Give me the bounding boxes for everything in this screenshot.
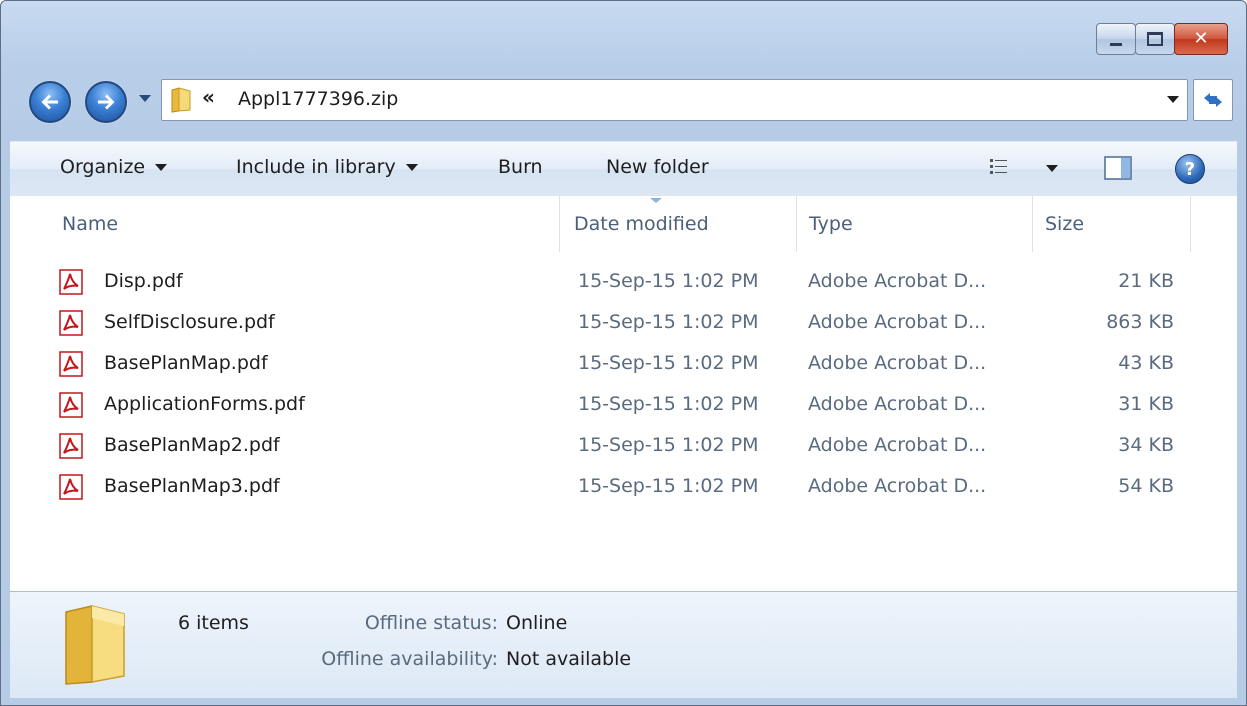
- file-row[interactable]: BasePlanMap3.pdf 15-Sep-15 1:02 PM Adobe A…: [10, 467, 1237, 507]
- column-header-date[interactable]: Date modified: [562, 196, 797, 252]
- breadcrumb-overflow[interactable]: «: [202, 85, 215, 109]
- minimize-icon: [1110, 42, 1122, 46]
- back-arrow-icon: [41, 94, 58, 110]
- file-name: BasePlanMap3.pdf: [104, 475, 280, 497]
- views-icon[interactable]: [990, 158, 1008, 176]
- new-folder-label: New folder: [606, 156, 709, 178]
- file-row[interactable]: Disp.pdf 15-Sep-15 1:02 PM Adobe Acrobat D…: [10, 262, 1237, 302]
- maximize-icon: [1147, 32, 1163, 46]
- file-date-modified: 15-Sep-15 1:02 PM: [578, 270, 759, 292]
- file-row[interactable]: BasePlanMap.pdf 15-Sep-15 1:02 PM Adobe Ac…: [10, 344, 1237, 384]
- close-icon: ✕: [1193, 28, 1209, 49]
- recent-pages-dropdown[interactable]: [139, 95, 151, 102]
- pdf-file-icon: [59, 392, 83, 418]
- folder-icon: [65, 605, 125, 685]
- file-date-modified: 15-Sep-15 1:02 PM: [578, 352, 759, 374]
- file-name: ApplicationForms.pdf: [104, 393, 305, 415]
- file-size: 21 KB: [1118, 270, 1174, 292]
- file-size: 863 KB: [1106, 311, 1174, 333]
- navigation-bar: « Appl1777396.zip: [21, 79, 1233, 123]
- file-type: Adobe Acrobat D...: [808, 311, 987, 333]
- item-count: 6 items: [178, 612, 249, 634]
- chevron-down-icon: [405, 163, 418, 171]
- file-name: BasePlanMap2.pdf: [104, 434, 280, 456]
- file-type: Adobe Acrobat D...: [808, 434, 987, 456]
- views-dropdown[interactable]: [1046, 165, 1058, 172]
- file-name: BasePlanMap.pdf: [104, 352, 268, 374]
- maximize-button[interactable]: [1135, 23, 1175, 55]
- file-name: Disp.pdf: [104, 270, 183, 292]
- file-date-modified: 15-Sep-15 1:02 PM: [578, 311, 759, 333]
- refresh-icon: [1204, 93, 1222, 107]
- file-type: Adobe Acrobat D...: [808, 393, 987, 415]
- column-header-size[interactable]: Size: [1033, 196, 1191, 252]
- file-row[interactable]: BasePlanMap2.pdf 15-Sep-15 1:02 PM Adobe A…: [10, 426, 1237, 466]
- explorer-window: ✕ « Appl1777396.zip Organize Include in …: [0, 0, 1247, 706]
- command-bar: Organize Include in library Burn New fol…: [10, 141, 1237, 197]
- offline-availability-label: Offline availability:: [321, 648, 498, 670]
- pdf-file-icon: [59, 351, 83, 377]
- column-header-name[interactable]: Name: [50, 196, 560, 252]
- organize-label: Organize: [60, 156, 146, 178]
- file-size: 54 KB: [1118, 475, 1174, 497]
- file-date-modified: 15-Sep-15 1:02 PM: [578, 434, 759, 456]
- offline-status-label: Offline status:: [364, 612, 498, 634]
- help-icon[interactable]: ?: [1175, 154, 1205, 184]
- burn-label: Burn: [498, 156, 543, 178]
- file-size: 31 KB: [1118, 393, 1174, 415]
- pdf-file-icon: [59, 474, 83, 500]
- offline-availability-value: Not available: [506, 648, 632, 670]
- chevron-down-icon: [155, 163, 168, 171]
- include-in-library-menu[interactable]: Include in library: [236, 156, 418, 178]
- organize-menu[interactable]: Organize: [60, 156, 168, 178]
- column-header-type[interactable]: Type: [797, 196, 1033, 252]
- file-type: Adobe Acrobat D...: [808, 352, 987, 374]
- forward-arrow-icon: [98, 94, 115, 110]
- file-size: 34 KB: [1118, 434, 1174, 456]
- preview-pane-icon[interactable]: [1104, 156, 1132, 180]
- pdf-file-icon: [59, 310, 83, 336]
- caption-buttons: ✕: [1096, 23, 1228, 55]
- address-bar[interactable]: « Appl1777396.zip: [161, 79, 1188, 121]
- forward-button[interactable]: [85, 81, 127, 123]
- offline-status-value: Online: [506, 612, 568, 634]
- file-row[interactable]: ApplicationForms.pdf 15-Sep-15 1:02 PM Ado…: [10, 385, 1237, 425]
- new-folder-button[interactable]: New folder: [606, 156, 709, 178]
- burn-button[interactable]: Burn: [498, 156, 543, 178]
- close-button[interactable]: ✕: [1174, 23, 1228, 55]
- minimize-button[interactable]: [1096, 23, 1136, 55]
- pdf-file-icon: [59, 433, 83, 459]
- include-in-library-label: Include in library: [236, 156, 396, 178]
- file-date-modified: 15-Sep-15 1:02 PM: [578, 475, 759, 497]
- details-pane: 6 items Offline status: Online Offline a…: [10, 591, 1237, 698]
- back-button[interactable]: [29, 81, 71, 123]
- file-type: Adobe Acrobat D...: [808, 270, 987, 292]
- file-list-pane: Name Date modified Type Size Disp.pdf 15-…: [10, 196, 1237, 591]
- file-name: SelfDisclosure.pdf: [104, 311, 275, 333]
- file-type: Adobe Acrobat D...: [808, 475, 987, 497]
- file-size: 43 KB: [1118, 352, 1174, 374]
- file-date-modified: 15-Sep-15 1:02 PM: [578, 393, 759, 415]
- file-row[interactable]: SelfDisclosure.pdf 15-Sep-15 1:02 PM Adobe…: [10, 303, 1237, 343]
- folder-icon: [171, 87, 191, 113]
- address-history-dropdown[interactable]: [1167, 96, 1179, 103]
- breadcrumb-current[interactable]: Appl1777396.zip: [238, 88, 398, 110]
- refresh-button[interactable]: [1193, 79, 1233, 121]
- pdf-file-icon: [59, 269, 83, 295]
